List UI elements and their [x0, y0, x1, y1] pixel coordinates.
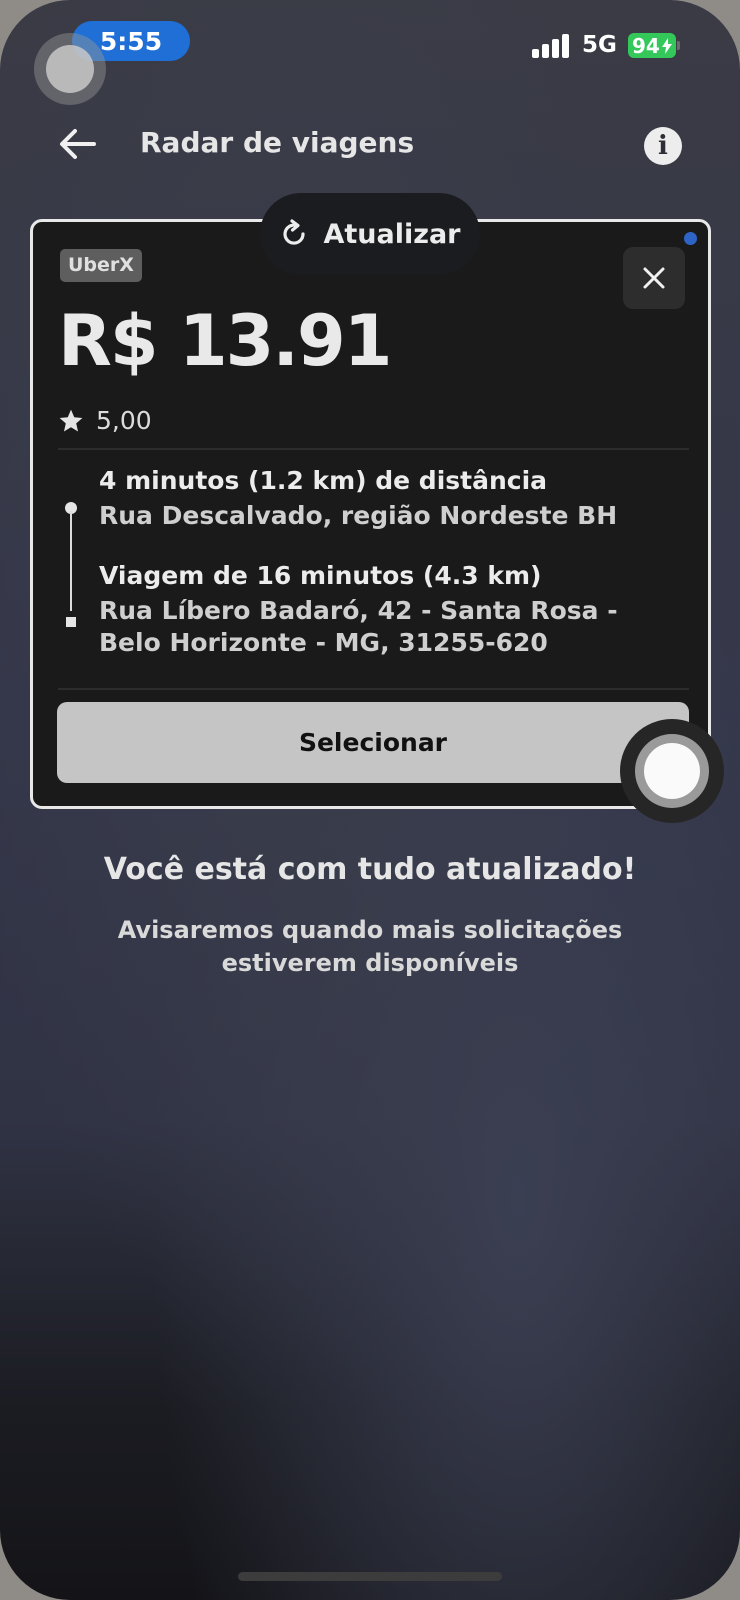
empty-state-subtitle: Avisaremos quando mais solicitações esti… — [117, 916, 623, 977]
battery-tip — [677, 41, 680, 50]
assistive-touch-button[interactable] — [34, 33, 106, 105]
floating-home-button[interactable] — [620, 719, 724, 823]
refresh-button[interactable]: Atualizar — [260, 193, 480, 275]
rating-value: 5,00 — [96, 406, 152, 435]
empty-state-title: Você está com tudo atualizado! — [103, 852, 637, 887]
pickup-address: Rua Descalvado, região Nordeste BH — [99, 501, 618, 530]
new-request-indicator — [684, 232, 697, 245]
trip-duration: Viagem de 16 minutos (4.3 km) — [99, 561, 542, 590]
page-title: Radar de viagens — [140, 126, 415, 159]
close-icon — [643, 267, 665, 289]
rider-rating: 5,00 — [58, 406, 152, 435]
trip-price: R$ 13.91 — [58, 300, 392, 382]
charging-bolt-icon — [661, 37, 672, 54]
dropoff-address: Rua Líbero Badaró, 42 - Santa Rosa - Bel… — [99, 596, 618, 657]
network-label: 5G — [582, 32, 617, 58]
dismiss-trip-button[interactable] — [623, 247, 685, 309]
route-line — [70, 511, 72, 611]
divider — [58, 688, 689, 690]
trip-request-card: UberX R$ 13.91 5,00 4 minutos (1.2 km) d… — [30, 219, 711, 809]
status-time-label: 5:55 — [99, 26, 163, 56]
category-badge: UberX — [60, 249, 142, 282]
home-indicator[interactable] — [238, 1572, 502, 1581]
phone-screen: 5:55 5G 94 Radar de viagens i UberX R$ 1… — [0, 0, 740, 1600]
back-arrow-icon — [60, 129, 96, 159]
back-button[interactable] — [56, 122, 100, 166]
select-trip-button[interactable]: Selecionar — [57, 702, 689, 783]
pickup-eta: 4 minutos (1.2 km) de distância — [99, 466, 548, 495]
info-button[interactable]: i — [644, 127, 682, 165]
battery-level: 94 — [632, 33, 660, 58]
refresh-icon — [283, 219, 306, 245]
divider — [58, 448, 689, 450]
signal-icon — [532, 34, 572, 58]
battery-icon: 94 — [628, 33, 676, 58]
info-icon: i — [658, 131, 668, 161]
refresh-label: Atualizar — [323, 218, 461, 250]
dropoff-marker — [66, 617, 76, 627]
star-icon — [59, 409, 83, 432]
